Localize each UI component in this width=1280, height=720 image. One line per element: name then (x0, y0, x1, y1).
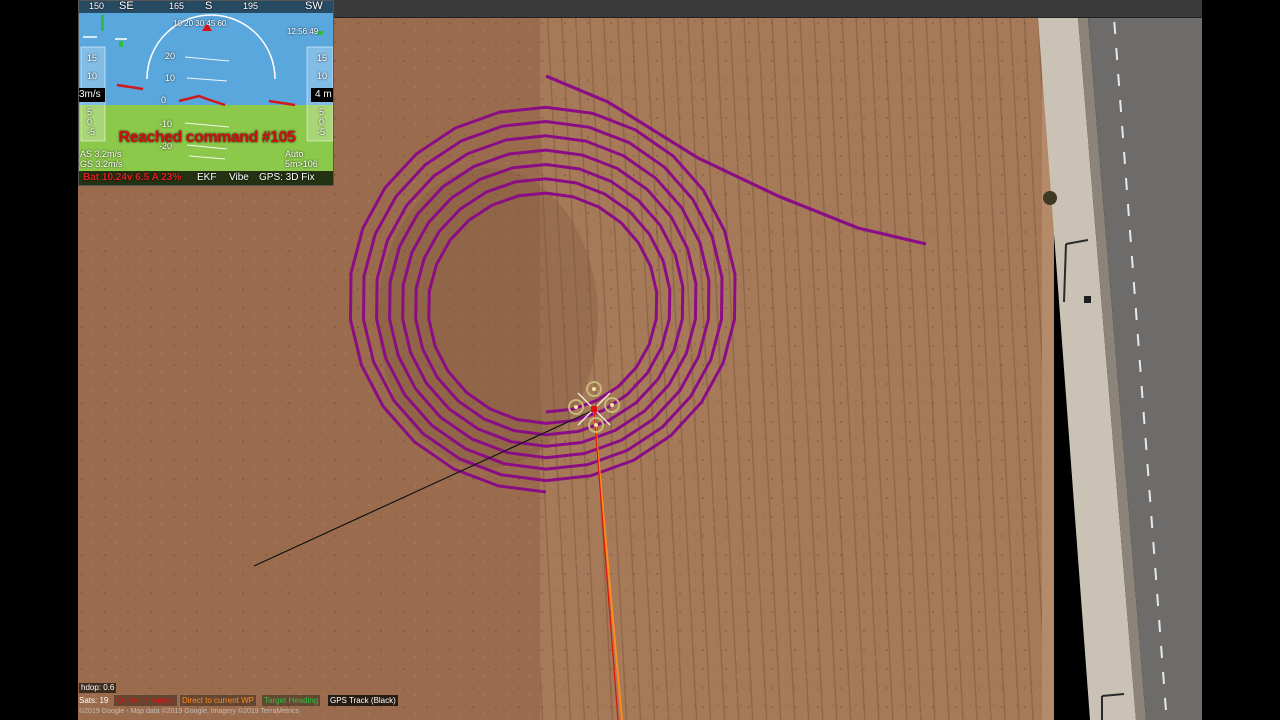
lane-dash (1126, 203, 1130, 217)
lane-dash (1123, 151, 1126, 165)
lane-dash (1164, 697, 1167, 711)
hud-sky (79, 1, 333, 105)
gps-status: GPS: 3D Fix (259, 172, 315, 183)
compass-165: 165 (169, 1, 185, 11)
lane-dash (1158, 619, 1162, 633)
lane-dash (1115, 47, 1119, 61)
lane-dash (1146, 463, 1150, 477)
ekf-indicator[interactable]: EKF (197, 172, 216, 183)
lane-dash (1119, 99, 1123, 113)
compass-150: 150 (89, 1, 105, 11)
groundspeed-readout: GS 3.2m/s (80, 159, 123, 169)
mission-planner-window: 150 SE 165 S 195 SW 12:56:49 10 20 30 45… (0, 0, 1280, 720)
pitch-20: 20 (165, 51, 176, 61)
alt-tick-0: 0 (319, 117, 325, 127)
speed-readout: 3m/s (79, 89, 101, 100)
clock-readout: 12:56:49 (287, 27, 319, 36)
lane-dash (1150, 515, 1154, 529)
flight-mode: Auto (285, 149, 304, 159)
lane-dash (1134, 307, 1138, 321)
lane-dash (1154, 567, 1158, 581)
speed-tick-5: 5 (87, 107, 93, 117)
hud-panel[interactable]: 150 SE 165 S 195 SW 12:56:49 10 20 30 45… (78, 0, 334, 186)
lane-dash (1121, 125, 1124, 139)
battery-readout: Bat 10.24v 6.5 A 23% (83, 172, 182, 183)
speed-tick-15: 15 (87, 53, 98, 63)
lane-dash (1140, 385, 1144, 399)
waypoint-distance: 5m>106 (285, 159, 318, 169)
compass-se: SE (119, 0, 134, 12)
shrub (1043, 191, 1057, 205)
speed-tick-10: 10 (87, 71, 98, 81)
airspeed-readout: AS 3.2m/s (80, 149, 122, 159)
alt-tick-15: 15 (317, 53, 328, 63)
lane-dash (1132, 281, 1136, 295)
lane-dash (1113, 21, 1117, 35)
pitch-10: 10 (165, 73, 176, 83)
lane-dash (1160, 645, 1163, 659)
lane-dash (1128, 229, 1132, 243)
legend-current-heading: Current Heading (114, 695, 177, 706)
roll-scale: 10 20 30 45 60 (173, 19, 227, 28)
legend-target-heading: Target Heading (262, 695, 321, 706)
lane-dash (1117, 73, 1121, 87)
compass-sw: SW (305, 0, 323, 12)
pitch-minus10: -10 (159, 119, 173, 129)
compass-195: 195 (243, 1, 259, 11)
lane-dash (1125, 177, 1128, 191)
hud-status-message: Reached command #105 (118, 129, 296, 146)
lane-dash (1138, 359, 1142, 373)
lane-dash (1142, 411, 1146, 425)
pitch-0: 0 (161, 95, 167, 105)
altitude-readout: 4 m (315, 89, 332, 100)
hdop-readout: hdop: 0.6 (79, 683, 117, 693)
map-copyright: ©2019 Google - Map data ©2019 Google, Im… (79, 708, 300, 715)
compass-s: S (205, 0, 213, 12)
lane-dash (1136, 333, 1140, 347)
speed-tick-0: 0 (87, 117, 93, 127)
lane-dash (1152, 541, 1156, 555)
legend-direct-to-wp: Direct to current WP (180, 695, 257, 706)
lane-dash (1162, 671, 1165, 685)
vibe-indicator[interactable]: Vibe (229, 172, 249, 183)
lane-dash (1156, 593, 1160, 607)
legend-gps-track: GPS Track (Black) (328, 695, 398, 706)
lane-dash (1144, 437, 1148, 451)
satellite-count: Sats: 19 (79, 696, 109, 705)
lane-dash (1130, 255, 1134, 269)
alt-tick-5: 5 (319, 107, 325, 117)
alt-tick-10: 10 (317, 71, 328, 81)
lane-dash (1148, 489, 1152, 503)
